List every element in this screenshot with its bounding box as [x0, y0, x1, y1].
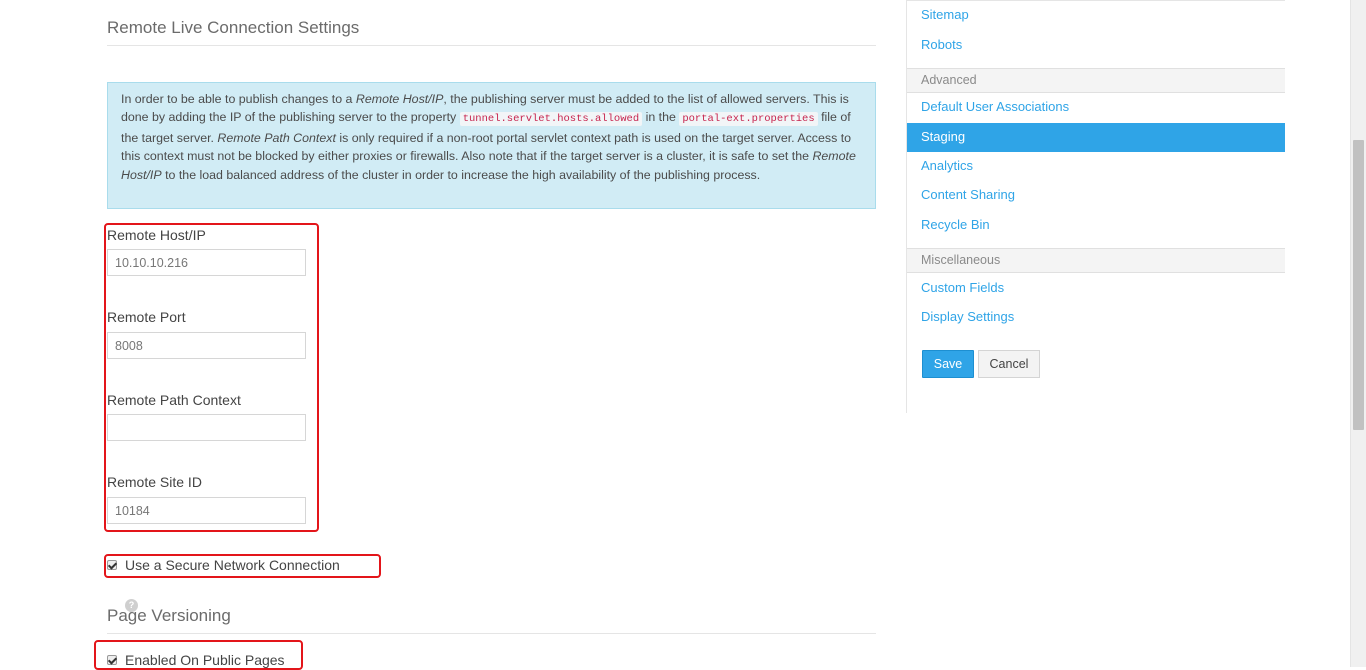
help-icon[interactable]: ?: [125, 599, 138, 612]
sidebar-item-robots[interactable]: Robots: [907, 31, 1285, 60]
scrollbar-thumb[interactable]: [1353, 140, 1364, 430]
sidebar-item-sitemap[interactable]: Sitemap: [907, 1, 1285, 30]
sidebar-item-recycle-bin[interactable]: Recycle Bin: [907, 211, 1285, 240]
sidebar-item-analytics[interactable]: Analytics: [907, 152, 1285, 181]
info-emphasis: Remote Path Context: [217, 130, 336, 145]
section-title: Remote Live Connection Settings: [107, 18, 360, 37]
sidebar-item-display-settings[interactable]: Display Settings: [907, 303, 1285, 332]
info-text: in the: [642, 110, 680, 125]
sidebar-item-content-sharing[interactable]: Content Sharing: [907, 181, 1285, 210]
info-code: portal-ext.properties: [679, 112, 818, 127]
info-text: to the load balanced address of the clus…: [161, 167, 761, 182]
divider: [107, 45, 876, 46]
highlight-fields-box: [104, 223, 319, 532]
sidebar-header-advanced: Advanced: [907, 68, 1285, 93]
sidebar-item-staging[interactable]: Staging: [907, 123, 1285, 152]
info-emphasis: Remote Host/IP: [355, 92, 444, 106]
cancel-button[interactable]: Cancel: [978, 350, 1040, 378]
sidebar-item-custom-fields[interactable]: Custom Fields: [907, 274, 1285, 303]
info-code: tunnel.servlet.hosts.allowed: [459, 112, 643, 127]
sidebar-item-default-user-associations[interactable]: Default User Associations: [907, 93, 1285, 122]
scrollbar[interactable]: [1350, 0, 1366, 667]
save-button[interactable]: Save: [922, 350, 974, 378]
highlight-secure-box: [104, 554, 381, 578]
sidebar-header-miscellaneous: Miscellaneous: [907, 248, 1285, 273]
highlight-public-pages-box: [94, 640, 303, 670]
info-text: In order to be able to publish changes t…: [121, 92, 356, 106]
info-alert: In order to be able to publish changes t…: [107, 82, 876, 209]
sidebar-nav: Sitemap Robots Advanced Default User Ass…: [906, 0, 1285, 413]
divider: [107, 633, 876, 634]
